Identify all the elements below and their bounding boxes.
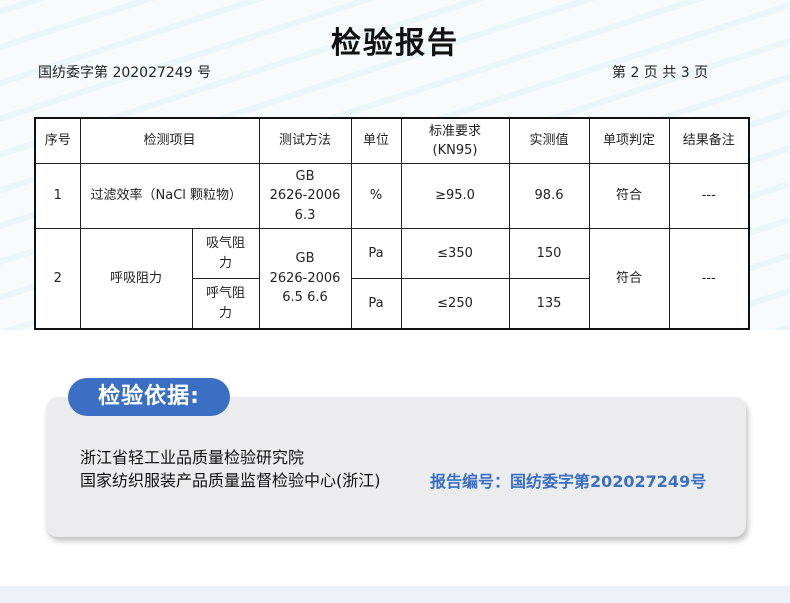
- remark: ---: [668, 163, 750, 229]
- table-row: 1 过滤效率（NaCl 颗粒物） GB 2626-2006 6.3 % ≥95.…: [34, 163, 750, 229]
- unit: Pa: [350, 228, 402, 279]
- header-cell: 实测值: [508, 117, 590, 164]
- sub-item: 呼气阻 力: [191, 278, 260, 330]
- unit: Pa: [350, 278, 402, 330]
- sub-item: 吸气阻 力: [191, 228, 260, 279]
- table-header-row: 序号 检测项目 测试方法 单位 标准要求 (KN95) 实测值 单项判定 结果备…: [34, 117, 750, 164]
- test-item: 呼吸阻力: [79, 228, 193, 330]
- org-name: 国家纺织服装产品质量监督检验中心(浙江): [80, 471, 381, 490]
- report-number: 国纺委字第 202027249 号: [38, 65, 212, 81]
- test-method: GB 2626-2006 6.5 6.6: [258, 228, 352, 330]
- judgement: 符合: [588, 228, 670, 330]
- report-title: 检验报告: [331, 26, 459, 61]
- header-cell: 单位: [350, 117, 402, 164]
- page-indicator: 第 2 页 共 3 页: [612, 65, 709, 81]
- judgement: 符合: [588, 163, 670, 229]
- requirement: ≥95.0: [400, 163, 510, 229]
- header-cell: 单项判定: [588, 117, 670, 164]
- results-table: 序号 检测项目 测试方法 单位 标准要求 (KN95) 实测值 单项判定 结果备…: [34, 117, 751, 330]
- header-cell: 结果备注: [668, 117, 750, 164]
- basis-heading: 检验依据:: [68, 378, 230, 416]
- report-reference: 报告编号：国纺委字第202027249号: [430, 472, 707, 491]
- unit: %: [350, 163, 402, 229]
- header-cell: 标准要求 (KN95): [400, 117, 510, 164]
- row-number: 2: [34, 228, 81, 330]
- header-cell: 序号: [34, 117, 81, 164]
- report-page: 检验报告 国纺委字第 202027249 号 第 2 页 共 3 页 序号 检测…: [0, 0, 790, 330]
- measured-value: 135: [508, 278, 590, 330]
- test-method: GB 2626-2006 6.3: [258, 163, 352, 229]
- requirement: ≤250: [400, 278, 510, 330]
- measured-value: 98.6: [508, 163, 590, 229]
- org-name: 浙江省轻工业品质量检验研究院: [80, 448, 305, 467]
- test-item: 过滤效率（NaCl 颗粒物）: [79, 163, 260, 229]
- header-cell: 检测项目: [79, 117, 260, 164]
- table-row: 2 呼吸阻力 吸气阻 力 GB 2626-2006 6.5 6.6 Pa ≤35…: [34, 228, 750, 330]
- remark: ---: [668, 228, 750, 330]
- measured-value: 150: [508, 228, 590, 279]
- bottom-strip: [0, 586, 790, 603]
- requirement: ≤350: [400, 228, 510, 279]
- row-number: 1: [34, 163, 81, 229]
- header-cell: 测试方法: [258, 117, 352, 164]
